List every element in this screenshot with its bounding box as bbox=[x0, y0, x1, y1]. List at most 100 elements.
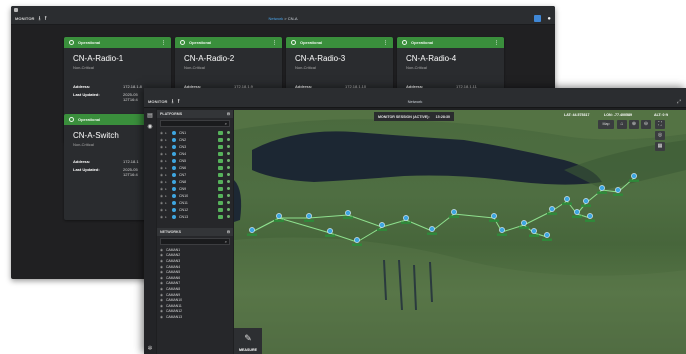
eye-icon[interactable]: ◉ bbox=[160, 180, 163, 184]
network-node-icon[interactable] bbox=[249, 227, 255, 233]
eye-icon[interactable]: ◉ bbox=[160, 187, 163, 191]
network-node-icon[interactable] bbox=[451, 209, 457, 215]
platform-toggle[interactable] bbox=[218, 130, 223, 135]
platform-toggle[interactable] bbox=[218, 137, 223, 142]
expand-icon[interactable]: ⤢ bbox=[677, 99, 681, 105]
networks-header[interactable]: NETWORKS ⊟ bbox=[157, 228, 233, 236]
map-type-icon[interactable]: ▦ bbox=[655, 142, 665, 151]
platform-item[interactable]: ◉ ▸ CN10 bbox=[157, 192, 233, 199]
network-node-icon[interactable] bbox=[564, 196, 570, 202]
eye-icon[interactable]: ◉ bbox=[160, 131, 163, 135]
expand-chevron-icon[interactable]: ▸ bbox=[165, 131, 167, 135]
zoom-out-icon[interactable]: ⊖ bbox=[641, 120, 651, 129]
platform-toggle[interactable] bbox=[218, 193, 223, 198]
gear-icon[interactable]: ✲ bbox=[147, 345, 152, 352]
user-icon[interactable]: ● bbox=[547, 16, 551, 22]
measure-tool[interactable]: ✎ MEASURE bbox=[234, 328, 262, 354]
fullscreen-icon[interactable]: ⛶ bbox=[655, 120, 665, 129]
eye-icon[interactable]: ◉ bbox=[160, 281, 163, 285]
platforms-search-input[interactable]: ⌕ bbox=[160, 120, 230, 127]
platform-toggle[interactable] bbox=[218, 144, 223, 149]
network-node-icon[interactable] bbox=[521, 220, 527, 226]
eye-icon[interactable]: ◉ bbox=[160, 270, 163, 274]
platform-item[interactable]: ◉ ▸ CN4 bbox=[157, 150, 233, 157]
platform-toggle[interactable] bbox=[218, 158, 223, 163]
platform-toggle[interactable] bbox=[218, 172, 223, 177]
platform-item[interactable]: ◉ ▸ CN6 bbox=[157, 164, 233, 171]
more-options-icon[interactable]: ⋮ bbox=[383, 40, 388, 46]
network-node-icon[interactable] bbox=[544, 232, 550, 238]
eye-icon[interactable]: ◉ bbox=[160, 309, 163, 313]
expand-chevron-icon[interactable]: ▸ bbox=[165, 138, 167, 142]
eye-icon[interactable]: ◉ bbox=[160, 215, 163, 219]
platform-item[interactable]: ◉ ▸ CN13 bbox=[157, 213, 233, 220]
grid-view-icon[interactable] bbox=[534, 15, 541, 22]
eye-icon[interactable]: ◉ bbox=[160, 265, 163, 269]
app-menu-icon[interactable] bbox=[14, 7, 18, 12]
networks-search-input[interactable]: ⌕ bbox=[160, 238, 230, 245]
eye-icon[interactable]: ◉ bbox=[160, 298, 163, 302]
platform-toggle[interactable] bbox=[218, 151, 223, 156]
more-options-icon[interactable]: ⋮ bbox=[494, 40, 499, 46]
eye-icon[interactable]: ◉ bbox=[160, 253, 163, 257]
network-node-icon[interactable] bbox=[403, 215, 409, 221]
collapse-icon[interactable]: ⊟ bbox=[227, 112, 230, 116]
expand-chevron-icon[interactable]: ▸ bbox=[165, 208, 167, 212]
network-node-icon[interactable] bbox=[345, 210, 351, 216]
platforms-header[interactable]: PLATFORMS ⊟ bbox=[157, 110, 233, 118]
expand-chevron-icon[interactable]: ▸ bbox=[165, 152, 167, 156]
platform-item[interactable]: ◉ ▸ CN11 bbox=[157, 199, 233, 206]
network-node-icon[interactable] bbox=[327, 228, 333, 234]
eye-icon[interactable]: ◉ bbox=[160, 166, 163, 170]
network-node-icon[interactable] bbox=[354, 237, 360, 243]
expand-chevron-icon[interactable]: ▸ bbox=[165, 145, 167, 149]
platform-toggle[interactable] bbox=[218, 179, 223, 184]
satellite-map[interactable]: MONITOR SESSION (ACTIVE): 15:28:30 LAT: 4… bbox=[234, 110, 686, 354]
platform-item[interactable]: ◉ ▸ CN5 bbox=[157, 157, 233, 164]
platform-toggle[interactable] bbox=[218, 165, 223, 170]
layers-toggle-icon[interactable]: ◎ bbox=[655, 131, 665, 140]
network-node-icon[interactable] bbox=[583, 198, 589, 204]
breadcrumb-network[interactable]: Network bbox=[268, 16, 283, 21]
eye-icon[interactable]: ◉ bbox=[160, 293, 163, 297]
platform-toggle[interactable] bbox=[218, 200, 223, 205]
expand-chevron-icon[interactable]: ▸ bbox=[165, 180, 167, 184]
eye-icon[interactable]: ◉ bbox=[160, 194, 163, 198]
network-node-icon[interactable] bbox=[599, 185, 605, 191]
expand-chevron-icon[interactable]: ▸ bbox=[165, 215, 167, 219]
network-node-icon[interactable] bbox=[574, 209, 580, 215]
eye-icon[interactable]: ◉ bbox=[160, 259, 163, 263]
more-options-icon[interactable]: ⋮ bbox=[272, 40, 277, 46]
platform-item[interactable]: ◉ ▸ CN2 bbox=[157, 136, 233, 143]
platform-item[interactable]: ◉ ▸ CN12 bbox=[157, 206, 233, 213]
eye-icon[interactable]: ◉ bbox=[160, 173, 163, 177]
platform-item[interactable]: ◉ ▸ CN9 bbox=[157, 185, 233, 192]
network-item[interactable]: ◉ CAMAN13 bbox=[157, 314, 233, 320]
network-node-icon[interactable] bbox=[531, 228, 537, 234]
expand-chevron-icon[interactable]: ▸ bbox=[165, 173, 167, 177]
eye-icon[interactable]: ◉ bbox=[160, 138, 163, 142]
globe-icon[interactable]: ◉ bbox=[147, 123, 152, 130]
expand-chevron-icon[interactable]: ▸ bbox=[165, 166, 167, 170]
network-node-icon[interactable] bbox=[276, 213, 282, 219]
eye-icon[interactable]: ◉ bbox=[160, 304, 163, 308]
layers-icon[interactable]: ▤ bbox=[147, 112, 153, 119]
platform-toggle[interactable] bbox=[218, 214, 223, 219]
platform-toggle[interactable] bbox=[218, 207, 223, 212]
eye-icon[interactable]: ◉ bbox=[160, 287, 163, 291]
zoom-in-icon[interactable]: ⊕ bbox=[629, 120, 639, 129]
eye-icon[interactable]: ◉ bbox=[160, 145, 163, 149]
network-node-icon[interactable] bbox=[379, 222, 385, 228]
map-canvas[interactable] bbox=[234, 110, 686, 354]
platform-toggle[interactable] bbox=[218, 186, 223, 191]
eye-icon[interactable]: ◉ bbox=[160, 248, 163, 252]
map-view-select[interactable]: Map bbox=[598, 120, 614, 129]
platform-item[interactable]: ◉ ▸ CN7 bbox=[157, 171, 233, 178]
home-icon[interactable]: ⌂ bbox=[617, 120, 627, 129]
expand-chevron-icon[interactable]: ▸ bbox=[165, 159, 167, 163]
network-node-icon[interactable] bbox=[491, 213, 497, 219]
expand-chevron-icon[interactable]: ▸ bbox=[165, 201, 167, 205]
network-node-icon[interactable] bbox=[615, 187, 621, 193]
platform-item[interactable]: ◉ ▸ CN1 bbox=[157, 129, 233, 136]
eye-icon[interactable]: ◉ bbox=[160, 201, 163, 205]
